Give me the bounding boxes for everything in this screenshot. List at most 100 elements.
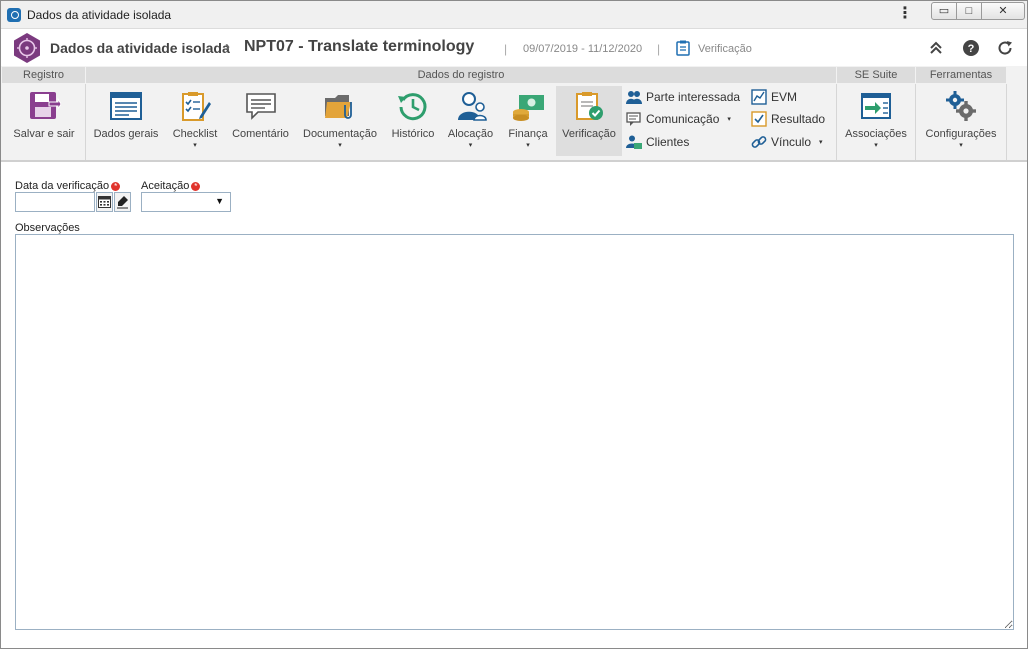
current-page-name: Verificação (698, 43, 752, 55)
help-icon[interactable]: ? (962, 39, 980, 57)
observations-label: Observações (15, 222, 80, 234)
finance-label: Finança (508, 128, 548, 140)
page-header: Dados da atividade isolada › NPT07 - Tra… (1, 29, 1027, 66)
associations-icon (861, 93, 891, 119)
comment-label: Comentário (232, 128, 289, 140)
result-button[interactable]: Resultado (751, 109, 825, 129)
history-label: Histórico (391, 128, 435, 140)
verification-button[interactable]: Verificação (556, 86, 622, 156)
result-icon (751, 111, 767, 127)
window-title: Dados da atividade isolada (27, 8, 172, 22)
stakeholders-icon (626, 91, 642, 104)
allocation-dropdown-icon: ▾ (468, 142, 473, 149)
evm-chart-icon (751, 89, 767, 105)
group-separator (915, 84, 916, 160)
close-icon: ✕ (998, 5, 1008, 17)
clipboard-icon (676, 40, 690, 56)
app-icon (7, 8, 21, 22)
finance-dropdown-icon: ▾ (526, 142, 530, 149)
communication-button[interactable]: Comunicação ▾ (626, 109, 731, 129)
documentation-dropdown-icon: ▾ (338, 142, 342, 149)
link-button[interactable]: Vínculo ▾ (751, 132, 823, 152)
refresh-icon[interactable] (996, 39, 1014, 57)
gears-icon (946, 91, 976, 121)
general-data-button[interactable]: Dados gerais (90, 86, 162, 156)
communication-icon (626, 112, 641, 126)
clear-date-button[interactable] (114, 192, 131, 212)
associations-label: Associações (845, 128, 907, 140)
verification-date-input[interactable] (15, 192, 95, 212)
save-and-exit-button[interactable]: Salvar e sair (7, 86, 81, 156)
checklist-label: Checklist (172, 128, 218, 140)
required-icon: * (191, 182, 201, 191)
group-dados-registro: Dados do registro (86, 67, 836, 83)
close-button[interactable]: ✕ (981, 2, 1025, 20)
checklist-button[interactable]: Checklist ▾ (167, 86, 223, 156)
svg-text:?: ? (968, 43, 975, 55)
maximize-icon: □ (965, 5, 973, 17)
module-title[interactable]: Dados da atividade isolada (50, 40, 230, 56)
header-divider: | (657, 42, 661, 56)
stakeholder-button[interactable]: Parte interessada (626, 87, 740, 107)
maximize-button[interactable]: □ (956, 2, 982, 20)
associations-dropdown-icon: ▾ (874, 142, 878, 149)
evm-button[interactable]: EVM (751, 87, 797, 107)
documentation-button[interactable]: Documentação ▾ (299, 86, 381, 156)
clients-label: Clientes (646, 135, 690, 149)
settings-label: Configurações (925, 128, 997, 140)
clients-button[interactable]: Clientes (626, 132, 689, 152)
verification-date-label: Data da verificação * (15, 180, 121, 192)
record-title: NPT07 - Translate terminology (244, 38, 475, 55)
communication-label: Comunicação (646, 112, 720, 126)
minimize-button[interactable]: ▭ (931, 2, 957, 20)
finance-button[interactable]: Finança ▾ (502, 86, 554, 156)
comment-button[interactable]: Comentário (228, 86, 293, 156)
history-clock-icon (398, 93, 427, 121)
settings-dropdown-icon: ▾ (959, 142, 963, 149)
title-bar: Dados da atividade isolada ⋮ ▭ □ ✕ (1, 1, 1027, 29)
allocation-label: Alocação (447, 128, 494, 140)
comment-icon (245, 93, 276, 120)
window-controls: ▭ □ ✕ (931, 2, 1025, 20)
history-button[interactable]: Histórico (386, 86, 440, 156)
checklist-icon (182, 92, 211, 121)
calendar-icon (98, 196, 111, 208)
group-se-suite: SE Suite (837, 67, 915, 83)
observations-textarea[interactable] (15, 234, 1014, 630)
verification-date-label-text: Data da verificação (15, 180, 110, 192)
save-and-exit-label: Salvar e sair (13, 128, 75, 140)
kebab-menu-icon[interactable]: ⋮ (897, 5, 913, 25)
acceptance-label: Aceitação * (141, 180, 201, 192)
required-icon: * (111, 182, 121, 191)
link-icon (751, 136, 767, 148)
acceptance-label-text: Aceitação (141, 180, 190, 192)
acceptance-select[interactable]: ▼ (141, 192, 231, 212)
calendar-button[interactable] (96, 192, 113, 212)
minimize-icon: ▭ (938, 5, 950, 17)
associations-button[interactable]: Associações ▾ (839, 86, 913, 156)
header-divider: | (504, 42, 508, 56)
eraser-icon (117, 196, 128, 209)
general-data-label: Dados gerais (93, 128, 159, 140)
ribbon-toolbar: Registro Dados do registro SE Suite Ferr… (1, 66, 1027, 162)
allocation-users-icon (457, 92, 487, 121)
app-window: Dados da atividade isolada ⋮ ▭ □ ✕ Dados… (0, 0, 1028, 649)
folder-attachment-icon (325, 95, 352, 119)
result-label: Resultado (771, 112, 826, 126)
settings-button[interactable]: Configurações ▾ (919, 86, 1003, 156)
dropdown-arrow-icon: ▼ (215, 196, 224, 206)
communication-dropdown-icon: ▾ (727, 116, 731, 123)
window-form-icon (110, 92, 142, 120)
group-separator (85, 84, 86, 160)
clients-icon (626, 135, 642, 149)
checklist-dropdown-icon: ▾ (193, 142, 197, 149)
allocation-button[interactable]: Alocação ▾ (443, 86, 498, 156)
link-dropdown-icon: ▾ (819, 139, 823, 146)
group-ferramentas: Ferramentas (916, 67, 1006, 83)
module-logo-icon (14, 33, 40, 63)
verification-label: Verificação (562, 128, 616, 140)
save-icon (30, 92, 61, 119)
record-dates: 09/07/2019 - 11/12/2020 (523, 43, 643, 55)
breadcrumb-separator: › (225, 38, 230, 55)
collapse-up-icon[interactable] (927, 39, 945, 57)
